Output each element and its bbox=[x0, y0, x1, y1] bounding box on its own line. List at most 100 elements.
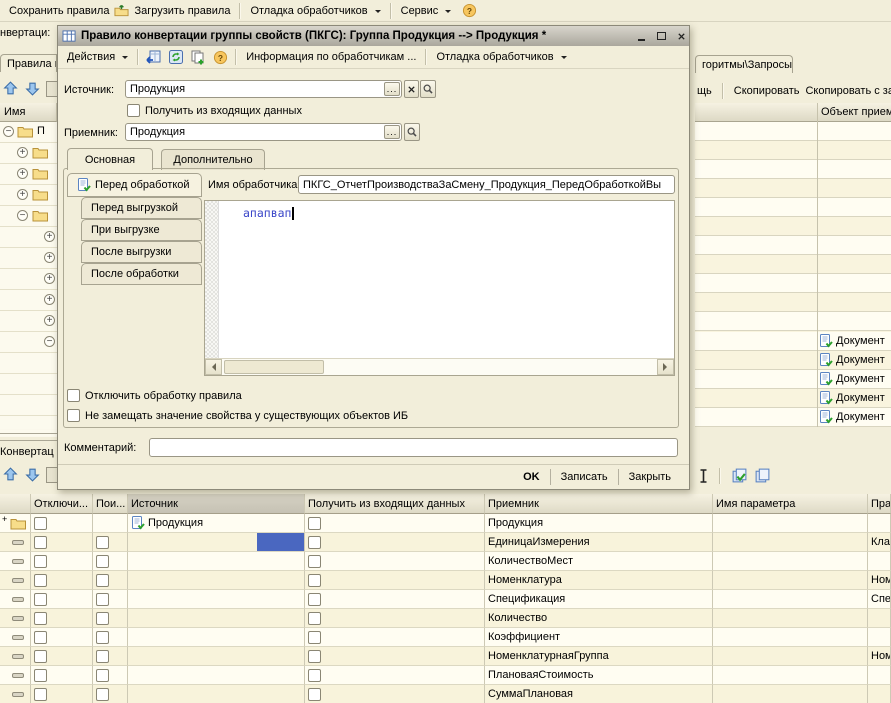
source-cell[interactable] bbox=[128, 666, 305, 685]
source-cell[interactable] bbox=[128, 628, 305, 647]
expand-icon[interactable] bbox=[44, 315, 55, 326]
param-cell[interactable] bbox=[713, 609, 868, 628]
incoming-cell[interactable] bbox=[305, 628, 485, 647]
disable-cell[interactable] bbox=[31, 609, 93, 628]
no-replace-option[interactable]: Не замещать значение свойства у существу… bbox=[67, 409, 408, 422]
copy-with-replace-button[interactable]: Скопировать с зам bbox=[805, 85, 891, 97]
header-cell-rule[interactable]: Пра bbox=[868, 494, 891, 514]
dialog-close-button[interactable]: Закрыть bbox=[619, 467, 681, 487]
param-cell[interactable] bbox=[713, 590, 868, 609]
disable-cell[interactable] bbox=[31, 552, 93, 571]
param-cell[interactable] bbox=[713, 666, 868, 685]
name-column-header[interactable]: Имя bbox=[0, 103, 57, 122]
rule-cell[interactable] bbox=[868, 552, 891, 571]
tree-row[interactable] bbox=[0, 332, 57, 353]
search-checkbox[interactable] bbox=[96, 669, 109, 682]
incoming-checkbox[interactable] bbox=[308, 536, 321, 549]
search-checkbox[interactable] bbox=[96, 688, 109, 701]
actions-menu[interactable]: Действия bbox=[62, 49, 133, 65]
disable-cell[interactable] bbox=[31, 666, 93, 685]
table-row[interactable]: НоменклатурнаяГруппа Ном bbox=[0, 647, 891, 666]
param-cell[interactable] bbox=[713, 628, 868, 647]
code-text[interactable]: апапвап bbox=[243, 206, 294, 220]
target-input[interactable]: Продукция ... bbox=[125, 123, 402, 141]
collapse-icon[interactable] bbox=[3, 126, 14, 137]
table-row[interactable]: КоличествоМест bbox=[0, 552, 891, 571]
target-more-button[interactable]: ... bbox=[384, 125, 400, 139]
header-cell-marker[interactable] bbox=[0, 494, 31, 514]
tree-row[interactable]: П bbox=[0, 122, 57, 143]
tree-row[interactable] bbox=[0, 164, 57, 185]
rule-cell[interactable] bbox=[868, 628, 891, 647]
close-button[interactable] bbox=[673, 29, 689, 43]
target-cell[interactable]: Количество bbox=[485, 609, 713, 628]
tab-extra[interactable]: Дополнительно bbox=[161, 149, 265, 170]
disable-checkbox[interactable] bbox=[34, 631, 47, 644]
code-editor[interactable]: апапвап bbox=[204, 200, 675, 376]
row-marker-cell[interactable] bbox=[0, 533, 31, 552]
search-cell[interactable] bbox=[93, 552, 128, 571]
header-cell-param[interactable]: Имя параметра bbox=[713, 494, 868, 514]
tree-row[interactable] bbox=[0, 269, 57, 290]
document-row[interactable]: Документ bbox=[695, 370, 891, 389]
dialog-title-bar[interactable]: Правило конвертации группы свойств (ПКГС… bbox=[58, 26, 689, 46]
rule-cell[interactable]: Спе bbox=[868, 590, 891, 609]
navigate-back-icon[interactable] bbox=[143, 47, 165, 67]
incoming-checkbox[interactable] bbox=[308, 650, 321, 663]
source-input[interactable]: Продукция ... bbox=[125, 80, 402, 98]
move-up-icon[interactable] bbox=[2, 80, 19, 97]
disable-checkbox[interactable] bbox=[34, 517, 47, 530]
rule-cell[interactable] bbox=[868, 685, 891, 703]
disable-cell[interactable] bbox=[31, 685, 93, 703]
maximize-button[interactable] bbox=[653, 29, 669, 43]
search-checkbox[interactable] bbox=[96, 612, 109, 625]
row-marker-cell[interactable] bbox=[0, 609, 31, 628]
rule-cell[interactable]: Ном bbox=[868, 571, 891, 590]
disable-cell[interactable] bbox=[31, 533, 93, 552]
incoming-cell[interactable] bbox=[305, 609, 485, 628]
expand-icon[interactable] bbox=[44, 273, 55, 284]
target-cell[interactable]: СуммаПлановая bbox=[485, 685, 713, 703]
copy-add-icon[interactable] bbox=[187, 47, 209, 67]
scroll-left-button[interactable] bbox=[205, 359, 222, 375]
disable-rule-option[interactable]: Отключить обработку правила bbox=[67, 389, 242, 402]
incoming-checkbox[interactable] bbox=[308, 555, 321, 568]
row-marker-cell[interactable] bbox=[0, 552, 31, 571]
search-checkbox[interactable] bbox=[96, 574, 109, 587]
save-rules-button[interactable]: Сохранить правила bbox=[4, 3, 114, 19]
incoming-checkbox[interactable] bbox=[308, 574, 321, 587]
source-cell[interactable]: Продукция bbox=[128, 514, 305, 533]
incoming-checkbox[interactable] bbox=[308, 631, 321, 644]
row-marker-cell[interactable] bbox=[0, 590, 31, 609]
incoming-cell[interactable] bbox=[305, 666, 485, 685]
disable-checkbox[interactable] bbox=[34, 536, 47, 549]
handler-name-input[interactable]: ПКГС_ОтчетПроизводстваЗаСмену_Продукция_… bbox=[298, 175, 675, 194]
help-icon[interactable] bbox=[462, 3, 477, 18]
disable-checkbox[interactable] bbox=[34, 688, 47, 701]
source-cell[interactable] bbox=[128, 571, 305, 590]
table-row[interactable]: Количество bbox=[0, 609, 891, 628]
tree-row[interactable] bbox=[0, 311, 57, 332]
param-cell[interactable] bbox=[713, 514, 868, 533]
table-row[interactable]: СуммаПлановая bbox=[0, 685, 891, 703]
table-row[interactable]: Номенклатура Ном bbox=[0, 571, 891, 590]
target-cell[interactable]: ЕдиницаИзмерения bbox=[485, 533, 713, 552]
help-button-fragment[interactable]: щь bbox=[697, 85, 712, 97]
rule-cell[interactable] bbox=[868, 514, 891, 533]
incoming-checkbox[interactable] bbox=[308, 669, 321, 682]
search-cell[interactable] bbox=[93, 685, 128, 703]
row-marker-cell[interactable] bbox=[0, 628, 31, 647]
param-cell[interactable] bbox=[713, 552, 868, 571]
expand-icon[interactable] bbox=[44, 231, 55, 242]
header-cell-search[interactable]: Пои... bbox=[93, 494, 128, 514]
handler-tab-after-upload[interactable]: После выгрузки bbox=[81, 241, 202, 263]
search-cell[interactable] bbox=[93, 590, 128, 609]
expand-icon[interactable] bbox=[17, 168, 28, 179]
no-replace-checkbox[interactable] bbox=[67, 409, 80, 422]
target-cell[interactable]: НоменклатурнаяГруппа bbox=[485, 647, 713, 666]
source-cell[interactable] bbox=[128, 685, 305, 703]
tree-row[interactable] bbox=[0, 290, 57, 311]
tree-row[interactable] bbox=[0, 185, 57, 206]
header-cell-disable[interactable]: Отключи... bbox=[31, 494, 93, 514]
incoming-cell[interactable] bbox=[305, 647, 485, 666]
